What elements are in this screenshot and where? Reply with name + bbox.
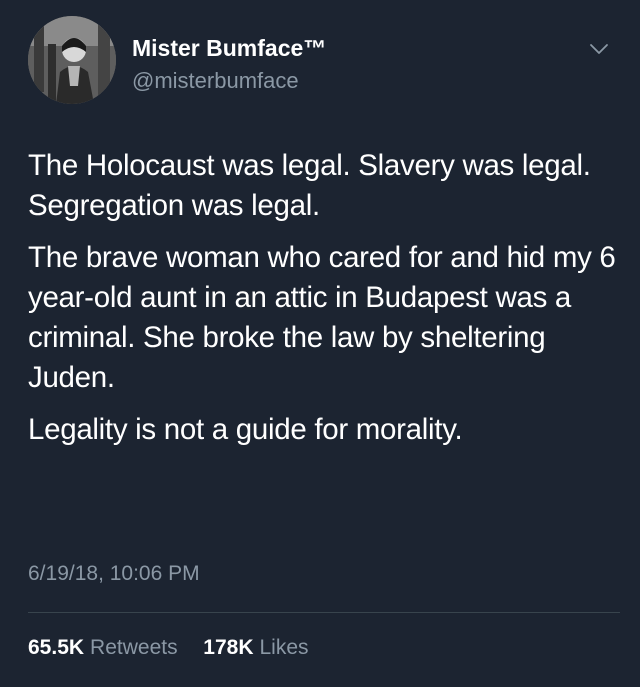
divider xyxy=(28,612,620,613)
chevron-down-icon[interactable] xyxy=(588,38,610,60)
tweet-paragraph: The brave woman who cared for and hid my… xyxy=(28,241,616,394)
tweet-card: Mister Bumface™ @misterbumface The Holoc… xyxy=(0,0,640,687)
likes-stat[interactable]: 178K Likes xyxy=(203,636,308,659)
avatar[interactable] xyxy=(28,16,116,104)
avatar-photo xyxy=(28,16,116,104)
likes-count: 178K xyxy=(203,636,254,659)
likes-label: Likes xyxy=(259,636,309,659)
tweet-paragraph: Legality is not a guide for morality. xyxy=(28,413,463,446)
retweets-stat[interactable]: 65.5K Retweets xyxy=(28,636,183,659)
tweet-paragraph: The Holocaust was legal. Slavery was leg… xyxy=(28,149,591,222)
tweet-stats: 65.5K Retweets 178K Likes xyxy=(28,636,309,660)
display-name[interactable]: Mister Bumface™ xyxy=(132,35,326,62)
tweet-text: The Holocaust was legal. Slavery was leg… xyxy=(28,146,618,450)
retweets-label: Retweets xyxy=(90,636,178,659)
tweet-header: Mister Bumface™ @misterbumface xyxy=(28,16,618,104)
user-handle[interactable]: @misterbumface xyxy=(132,68,299,94)
retweets-count: 65.5K xyxy=(28,636,85,659)
tweet-timestamp[interactable]: 6/19/18, 10:06 PM xyxy=(28,562,200,586)
